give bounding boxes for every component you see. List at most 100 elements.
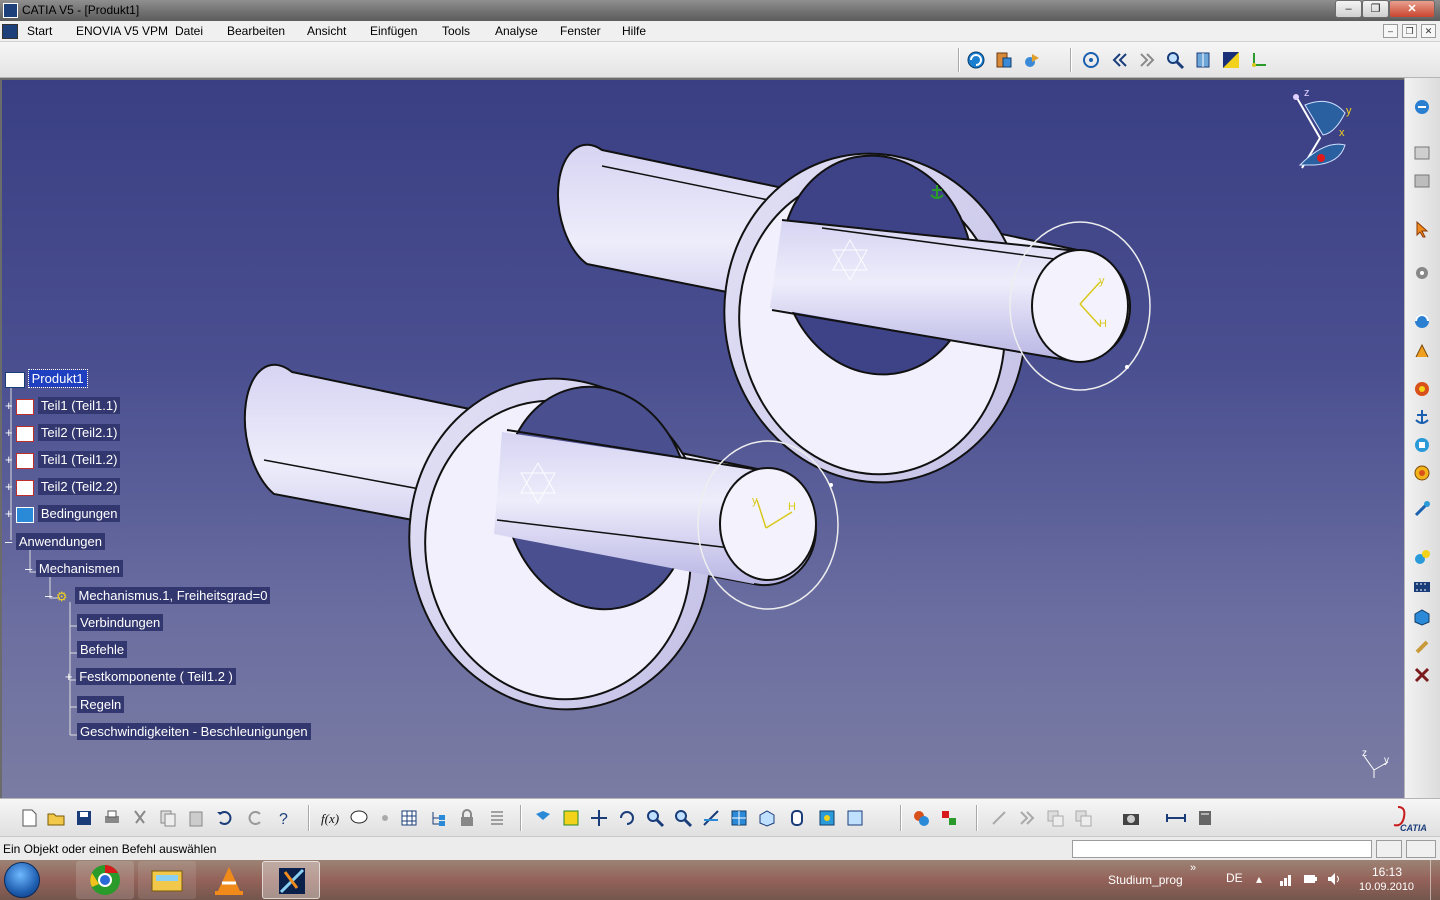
volume-icon[interactable] [1326,871,1342,890]
move-icon[interactable] [588,807,610,829]
previous-icon[interactable] [1108,49,1130,71]
nav-icon[interactable] [1016,807,1038,829]
tree-item-teil2-1[interactable]: + Teil2 (Teil2.1) [5,424,121,442]
taskbar-chrome[interactable] [76,861,134,899]
expand-plus-icon[interactable]: + [5,452,13,467]
new-icon[interactable] [18,807,40,829]
param-icon[interactable] [1044,807,1066,829]
tree-item-mechanismus-1[interactable]: – ⚙ Mechanismus.1, Freiheitsgrad=0 [45,587,271,605]
nav-icon[interactable] [988,807,1010,829]
command-input[interactable] [1072,840,1372,858]
menu-hilfe[interactable]: Hilfe [622,24,646,38]
copy-icon[interactable] [157,807,179,829]
tree-item-teil1-1[interactable]: + Teil1 (Teil1.1) [5,397,121,415]
mechanism-icon[interactable] [1411,310,1433,332]
tree-item-root[interactable]: Produkt1 [5,369,88,388]
fixed-icon[interactable] [1411,378,1433,400]
joint-icon[interactable] [1411,340,1433,362]
list-icon[interactable] [486,807,508,829]
expand-plus-icon[interactable]: + [5,506,13,521]
knowledge-icon[interactable] [374,807,396,829]
collapse-minus-icon[interactable]: – [5,534,12,549]
workbench-icon[interactable] [1411,96,1433,118]
language-indicator[interactable]: DE [1226,871,1243,885]
minimize-button[interactable]: – [1335,0,1362,18]
rotate-icon[interactable] [616,807,638,829]
tree-item-teil1-2[interactable]: + Teil1 (Teil1.2) [5,451,121,469]
collapse-minus-icon[interactable]: – [25,561,32,576]
expand-plus-icon[interactable]: + [65,669,73,684]
taskbar-vlc[interactable] [200,861,258,899]
model-canvas[interactable]: y H y H z y x z y [2,80,1404,798]
normal-icon[interactable] [700,807,722,829]
zoom-out-icon[interactable] [672,807,694,829]
anchor-icon[interactable] [1411,406,1433,428]
cancel-command-button[interactable] [1376,840,1402,858]
update-icon[interactable] [965,49,987,71]
comment-icon[interactable] [348,807,370,829]
measure-between-icon[interactable] [1165,807,1187,829]
table-icon[interactable] [398,807,420,829]
tree-item-verbindungen[interactable]: Verbindungen [77,614,164,631]
expand-plus-icon[interactable]: + [5,425,13,440]
tree-item-festkomponente[interactable]: + Festkomponente ( Teil1.2 ) [65,668,236,685]
fly-icon[interactable] [1080,49,1102,71]
tree-item-regeln[interactable]: Regeln [77,696,125,713]
paste-icon[interactable] [185,807,207,829]
formula-icon[interactable]: f(x) [320,807,342,829]
redo-icon[interactable] [245,807,267,829]
clock-time[interactable]: 16:13 [1372,865,1402,879]
material-icon[interactable] [910,807,932,829]
show-desktop-button[interactable] [1430,860,1440,900]
simulate-icon[interactable] [1411,546,1433,568]
tree-icon[interactable] [428,807,450,829]
show-hidden-icons-icon[interactable]: ▴ [1256,872,1262,886]
assembly-lower[interactable] [243,350,839,737]
iso-view-icon[interactable] [728,807,750,829]
power-icon[interactable] [1302,871,1318,890]
next-icon[interactable] [1136,49,1158,71]
tree-item-mechanismen[interactable]: – Mechanismen [25,560,123,577]
shading-icon[interactable] [786,807,808,829]
3d-viewport[interactable]: y H y H z y x z y Produkt1 + Teil1 (Teil… [2,80,1404,798]
bolt-icon[interactable] [1411,636,1433,658]
collapse-minus-icon[interactable]: – [45,588,52,603]
network-icon[interactable] [1279,871,1295,890]
menu-bearbeiten[interactable]: Bearbeiten [227,24,285,38]
menu-enovia[interactable]: ENOVIA V5 VPM [76,24,168,38]
measure-icon[interactable] [1194,807,1216,829]
axis-icon[interactable] [1248,49,1270,71]
filmstrip-icon[interactable] [1411,576,1433,598]
pan-icon[interactable] [560,807,582,829]
menu-einfuegen[interactable]: Einfügen [370,24,417,38]
part-icon[interactable] [1411,170,1433,192]
menu-tools[interactable]: Tools [442,24,470,38]
expand-plus-icon[interactable]: + [5,398,13,413]
camera-icon[interactable] [1120,807,1142,829]
help-icon[interactable]: ? [274,807,296,829]
tree-item-bedingungen[interactable]: + Bedingungen [5,505,121,523]
toolbar-overflow-chevron[interactable]: » [1190,862,1196,874]
component-icon[interactable] [1411,262,1433,284]
menu-ansicht[interactable]: Ansicht [307,24,346,38]
link-icon[interactable] [938,807,960,829]
sensor-icon[interactable] [1411,498,1433,520]
menu-analyse[interactable]: Analyse [495,24,538,38]
tree-item-geschwindigkeiten[interactable]: Geschwindigkeiten - Beschleunigungen [77,723,311,740]
product-icon[interactable] [1411,142,1433,164]
menu-fenster[interactable]: Fenster [560,24,601,38]
menu-start[interactable]: Start [27,24,52,38]
doc-minimize-button[interactable]: – [1383,24,1398,38]
expand-plus-icon[interactable]: + [5,479,13,494]
clock-date[interactable]: 10.09.2010 [1359,881,1414,893]
tree-item-anwendungen[interactable]: – Anwendungen [5,533,105,550]
catalog-icon[interactable] [993,49,1015,71]
color-icon[interactable] [1220,49,1242,71]
start-orb-icon[interactable] [4,862,40,898]
doc-close-button[interactable]: ✕ [1421,24,1436,38]
undo-icon[interactable] [213,807,235,829]
box-icon[interactable] [1411,606,1433,628]
cut-icon[interactable] [129,807,151,829]
scene-icon[interactable] [1021,49,1043,71]
maximize-button[interactable]: ❐ [1362,0,1389,18]
